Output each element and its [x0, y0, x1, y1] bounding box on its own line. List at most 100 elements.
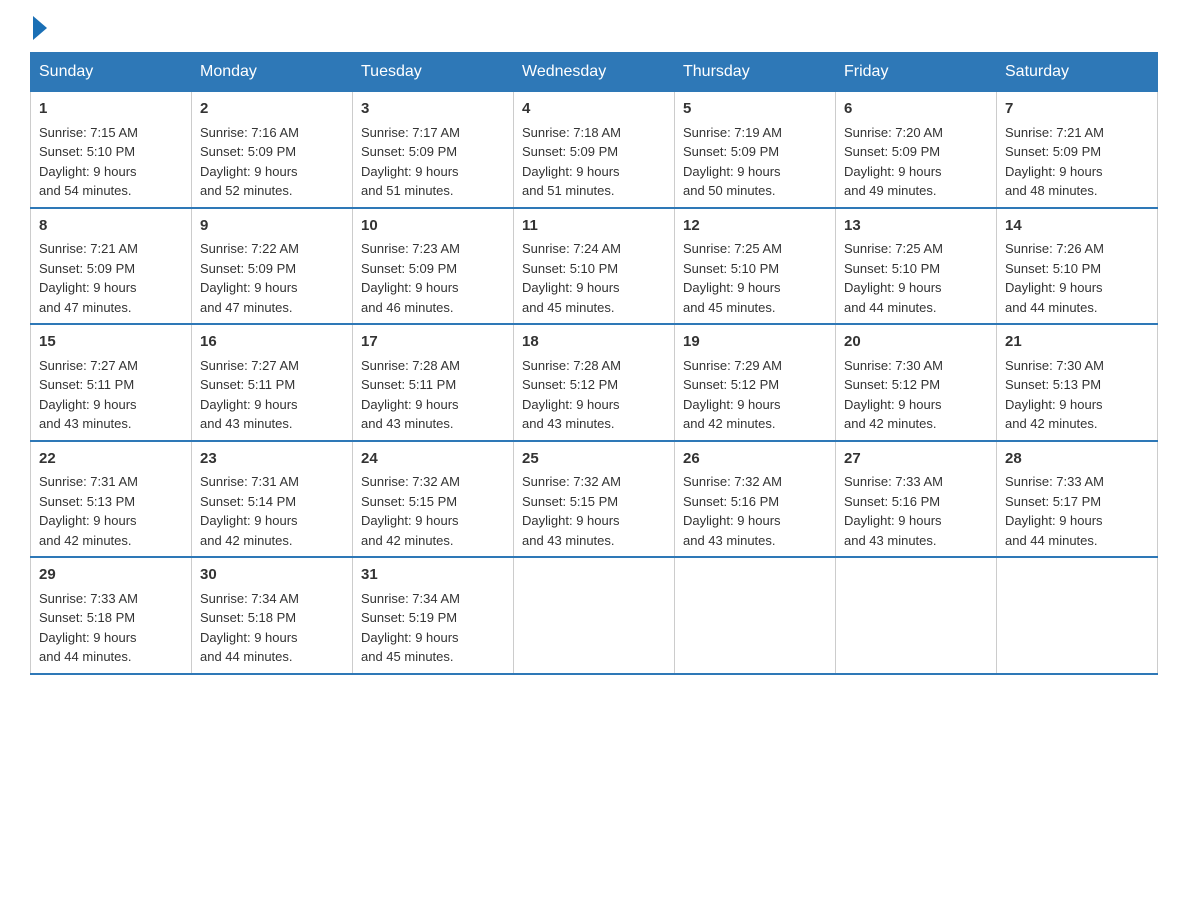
calendar-cell: 9 Sunrise: 7:22 AMSunset: 5:09 PMDayligh… — [192, 208, 353, 325]
day-number: 6 — [844, 98, 988, 121]
calendar-table: SundayMondayTuesdayWednesdayThursdayFrid… — [30, 52, 1158, 675]
calendar-cell: 19 Sunrise: 7:29 AMSunset: 5:12 PMDaylig… — [675, 324, 836, 441]
calendar-cell: 31 Sunrise: 7:34 AMSunset: 5:19 PMDaylig… — [353, 557, 514, 674]
day-number: 2 — [200, 98, 344, 121]
day-info: Sunrise: 7:21 AMSunset: 5:09 PMDaylight:… — [39, 241, 138, 315]
day-info: Sunrise: 7:25 AMSunset: 5:10 PMDaylight:… — [683, 241, 782, 315]
day-of-week-monday: Monday — [192, 53, 353, 92]
calendar-cell: 20 Sunrise: 7:30 AMSunset: 5:12 PMDaylig… — [836, 324, 997, 441]
calendar-week-3: 15 Sunrise: 7:27 AMSunset: 5:11 PMDaylig… — [31, 324, 1158, 441]
day-number: 10 — [361, 215, 505, 238]
logo — [30, 20, 47, 32]
calendar-cell: 21 Sunrise: 7:30 AMSunset: 5:13 PMDaylig… — [997, 324, 1158, 441]
calendar-cell: 4 Sunrise: 7:18 AMSunset: 5:09 PMDayligh… — [514, 92, 675, 208]
calendar-cell: 11 Sunrise: 7:24 AMSunset: 5:10 PMDaylig… — [514, 208, 675, 325]
day-info: Sunrise: 7:30 AMSunset: 5:13 PMDaylight:… — [1005, 358, 1104, 432]
day-of-week-wednesday: Wednesday — [514, 53, 675, 92]
day-number: 4 — [522, 98, 666, 121]
day-number: 29 — [39, 564, 183, 587]
calendar-cell: 3 Sunrise: 7:17 AMSunset: 5:09 PMDayligh… — [353, 92, 514, 208]
calendar-cell: 25 Sunrise: 7:32 AMSunset: 5:15 PMDaylig… — [514, 441, 675, 558]
calendar-cell — [836, 557, 997, 674]
day-of-week-tuesday: Tuesday — [353, 53, 514, 92]
day-info: Sunrise: 7:33 AMSunset: 5:17 PMDaylight:… — [1005, 474, 1104, 548]
day-info: Sunrise: 7:24 AMSunset: 5:10 PMDaylight:… — [522, 241, 621, 315]
day-info: Sunrise: 7:21 AMSunset: 5:09 PMDaylight:… — [1005, 125, 1104, 199]
day-number: 27 — [844, 448, 988, 471]
calendar-cell: 16 Sunrise: 7:27 AMSunset: 5:11 PMDaylig… — [192, 324, 353, 441]
calendar-cell: 14 Sunrise: 7:26 AMSunset: 5:10 PMDaylig… — [997, 208, 1158, 325]
day-info: Sunrise: 7:20 AMSunset: 5:09 PMDaylight:… — [844, 125, 943, 199]
day-number: 25 — [522, 448, 666, 471]
day-info: Sunrise: 7:34 AMSunset: 5:19 PMDaylight:… — [361, 591, 460, 665]
calendar-cell: 6 Sunrise: 7:20 AMSunset: 5:09 PMDayligh… — [836, 92, 997, 208]
calendar-cell: 15 Sunrise: 7:27 AMSunset: 5:11 PMDaylig… — [31, 324, 192, 441]
calendar-cell: 1 Sunrise: 7:15 AMSunset: 5:10 PMDayligh… — [31, 92, 192, 208]
calendar-cell: 27 Sunrise: 7:33 AMSunset: 5:16 PMDaylig… — [836, 441, 997, 558]
day-number: 13 — [844, 215, 988, 238]
day-info: Sunrise: 7:15 AMSunset: 5:10 PMDaylight:… — [39, 125, 138, 199]
day-info: Sunrise: 7:33 AMSunset: 5:16 PMDaylight:… — [844, 474, 943, 548]
day-info: Sunrise: 7:31 AMSunset: 5:14 PMDaylight:… — [200, 474, 299, 548]
day-info: Sunrise: 7:18 AMSunset: 5:09 PMDaylight:… — [522, 125, 621, 199]
calendar-week-4: 22 Sunrise: 7:31 AMSunset: 5:13 PMDaylig… — [31, 441, 1158, 558]
day-of-week-thursday: Thursday — [675, 53, 836, 92]
calendar-cell: 8 Sunrise: 7:21 AMSunset: 5:09 PMDayligh… — [31, 208, 192, 325]
day-number: 12 — [683, 215, 827, 238]
day-info: Sunrise: 7:26 AMSunset: 5:10 PMDaylight:… — [1005, 241, 1104, 315]
day-info: Sunrise: 7:17 AMSunset: 5:09 PMDaylight:… — [361, 125, 460, 199]
calendar-cell: 17 Sunrise: 7:28 AMSunset: 5:11 PMDaylig… — [353, 324, 514, 441]
day-info: Sunrise: 7:33 AMSunset: 5:18 PMDaylight:… — [39, 591, 138, 665]
calendar-cell: 26 Sunrise: 7:32 AMSunset: 5:16 PMDaylig… — [675, 441, 836, 558]
day-number: 3 — [361, 98, 505, 121]
day-of-week-saturday: Saturday — [997, 53, 1158, 92]
day-info: Sunrise: 7:29 AMSunset: 5:12 PMDaylight:… — [683, 358, 782, 432]
day-number: 18 — [522, 331, 666, 354]
day-number: 22 — [39, 448, 183, 471]
calendar-cell: 2 Sunrise: 7:16 AMSunset: 5:09 PMDayligh… — [192, 92, 353, 208]
day-number: 5 — [683, 98, 827, 121]
day-number: 19 — [683, 331, 827, 354]
calendar-cell — [514, 557, 675, 674]
day-number: 30 — [200, 564, 344, 587]
calendar-cell — [997, 557, 1158, 674]
calendar-cell: 22 Sunrise: 7:31 AMSunset: 5:13 PMDaylig… — [31, 441, 192, 558]
day-number: 23 — [200, 448, 344, 471]
calendar-week-5: 29 Sunrise: 7:33 AMSunset: 5:18 PMDaylig… — [31, 557, 1158, 674]
day-info: Sunrise: 7:32 AMSunset: 5:15 PMDaylight:… — [522, 474, 621, 548]
day-info: Sunrise: 7:23 AMSunset: 5:09 PMDaylight:… — [361, 241, 460, 315]
day-info: Sunrise: 7:28 AMSunset: 5:12 PMDaylight:… — [522, 358, 621, 432]
day-number: 24 — [361, 448, 505, 471]
day-info: Sunrise: 7:32 AMSunset: 5:16 PMDaylight:… — [683, 474, 782, 548]
day-info: Sunrise: 7:31 AMSunset: 5:13 PMDaylight:… — [39, 474, 138, 548]
calendar-cell: 5 Sunrise: 7:19 AMSunset: 5:09 PMDayligh… — [675, 92, 836, 208]
day-of-week-sunday: Sunday — [31, 53, 192, 92]
day-number: 9 — [200, 215, 344, 238]
day-number: 31 — [361, 564, 505, 587]
day-number: 21 — [1005, 331, 1149, 354]
logo-triangle-icon — [33, 16, 47, 40]
day-number: 20 — [844, 331, 988, 354]
day-info: Sunrise: 7:25 AMSunset: 5:10 PMDaylight:… — [844, 241, 943, 315]
calendar-cell: 18 Sunrise: 7:28 AMSunset: 5:12 PMDaylig… — [514, 324, 675, 441]
page-header — [30, 20, 1158, 32]
day-info: Sunrise: 7:34 AMSunset: 5:18 PMDaylight:… — [200, 591, 299, 665]
calendar-cell: 24 Sunrise: 7:32 AMSunset: 5:15 PMDaylig… — [353, 441, 514, 558]
day-info: Sunrise: 7:16 AMSunset: 5:09 PMDaylight:… — [200, 125, 299, 199]
calendar-cell: 10 Sunrise: 7:23 AMSunset: 5:09 PMDaylig… — [353, 208, 514, 325]
calendar-cell: 29 Sunrise: 7:33 AMSunset: 5:18 PMDaylig… — [31, 557, 192, 674]
calendar-cell: 28 Sunrise: 7:33 AMSunset: 5:17 PMDaylig… — [997, 441, 1158, 558]
calendar-week-2: 8 Sunrise: 7:21 AMSunset: 5:09 PMDayligh… — [31, 208, 1158, 325]
calendar-week-1: 1 Sunrise: 7:15 AMSunset: 5:10 PMDayligh… — [31, 92, 1158, 208]
day-number: 17 — [361, 331, 505, 354]
day-number: 28 — [1005, 448, 1149, 471]
calendar-cell — [675, 557, 836, 674]
calendar-cell: 12 Sunrise: 7:25 AMSunset: 5:10 PMDaylig… — [675, 208, 836, 325]
day-number: 15 — [39, 331, 183, 354]
day-number: 14 — [1005, 215, 1149, 238]
calendar-cell: 7 Sunrise: 7:21 AMSunset: 5:09 PMDayligh… — [997, 92, 1158, 208]
day-number: 1 — [39, 98, 183, 121]
day-info: Sunrise: 7:27 AMSunset: 5:11 PMDaylight:… — [39, 358, 138, 432]
day-number: 16 — [200, 331, 344, 354]
day-number: 11 — [522, 215, 666, 238]
